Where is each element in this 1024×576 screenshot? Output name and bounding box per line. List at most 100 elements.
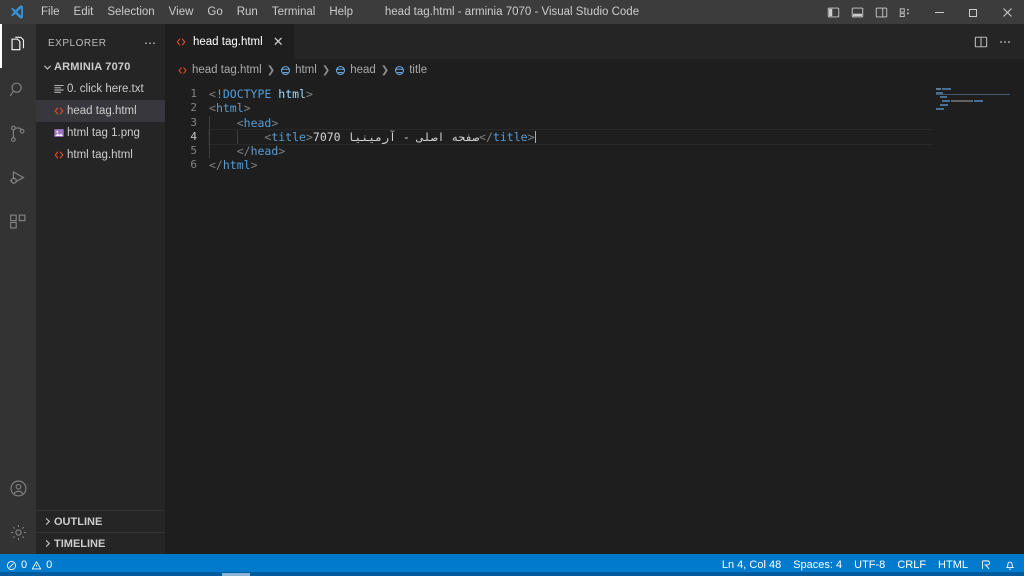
- layout-controls: [822, 0, 922, 24]
- tab-close-icon[interactable]: ✕: [273, 35, 284, 48]
- file-item-html-tag-html[interactable]: html tag.html: [36, 144, 165, 166]
- menu-edit[interactable]: Edit: [67, 0, 101, 24]
- layout-sidebar-right-icon[interactable]: [870, 0, 892, 24]
- breadcrumb-item-file[interactable]: head tag.html: [177, 64, 262, 76]
- run-debug-icon: [7, 167, 29, 189]
- tab-label: head tag.html: [193, 35, 263, 48]
- panel-outline[interactable]: OUTLINE: [36, 510, 165, 532]
- editor-scrollbar[interactable]: [1010, 81, 1024, 554]
- panel-timeline[interactable]: TIMELINE: [36, 532, 165, 554]
- window-maximize-button[interactable]: [956, 0, 990, 24]
- gear-icon: [8, 522, 29, 543]
- panel-outline-label: OUTLINE: [54, 515, 103, 528]
- warning-triangle-icon: [31, 560, 42, 571]
- line-number: 6: [190, 158, 197, 172]
- workbench: EXPLORER ⋯ ARMINIA 7070 0. click here.tx…: [0, 24, 1024, 554]
- menu-file[interactable]: File: [34, 0, 67, 24]
- code-token: title: [492, 129, 528, 144]
- html-file-icon: [50, 105, 67, 117]
- editor-actions: [970, 24, 1024, 59]
- sidebar-title-label: EXPLORER: [48, 37, 107, 49]
- code-line[interactable]: </html>: [209, 158, 1024, 172]
- menu-run[interactable]: Run: [230, 0, 265, 24]
- code-token: <: [209, 101, 216, 116]
- breadcrumb-label: title: [409, 64, 428, 76]
- activity-item-search[interactable]: [0, 68, 36, 112]
- window-minimize-button[interactable]: [922, 0, 956, 24]
- layout-panel-icon[interactable]: [846, 0, 868, 24]
- file-item-click-here-txt[interactable]: 0. click here.txt: [36, 78, 165, 100]
- code-line[interactable]: <title>صفحه اصلی - آرمینیا 7070</title>: [208, 128, 1024, 146]
- more-actions-ellipsis-icon[interactable]: [994, 31, 1016, 53]
- code-content[interactable]: <!DOCTYPE html> <html> <head> <title>صفحه…: [208, 81, 1024, 554]
- symbol-field-icon: [394, 65, 405, 76]
- activity-item-accounts[interactable]: [0, 466, 36, 510]
- breadcrumb-item-title[interactable]: title: [394, 64, 427, 76]
- menu-selection[interactable]: Selection: [100, 0, 161, 24]
- minimap-line: [934, 107, 1010, 111]
- code-token: head: [243, 115, 272, 130]
- minimap-rule: [936, 94, 1010, 95]
- code-token: html: [215, 101, 244, 116]
- bell-icon: [1004, 559, 1016, 571]
- files-icon: [7, 35, 29, 57]
- html-file-icon: [50, 149, 67, 161]
- html-file-icon: [175, 36, 187, 48]
- activity-item-run-and-debug[interactable]: [0, 156, 36, 200]
- feedback-icon: [980, 559, 992, 571]
- activity-item-explorer[interactable]: [0, 24, 36, 68]
- code-token: صفحه اصلی - آرمینیا 7070: [312, 129, 480, 144]
- folder-root-label: ARMINIA 7070: [54, 61, 131, 73]
- activity-item-extensions[interactable]: [0, 200, 36, 244]
- menu-view[interactable]: View: [162, 0, 201, 24]
- window-close-button[interactable]: [990, 0, 1024, 24]
- text-file-icon: [50, 83, 67, 95]
- code-token: >: [305, 87, 313, 101]
- code-token: >: [243, 101, 251, 116]
- code-editor[interactable]: 1 2 3 4 5 6 <!DOCTYPE html> <html> <head>…: [165, 81, 1024, 554]
- activity-item-settings[interactable]: [0, 510, 36, 554]
- breadcrumb-item-head[interactable]: head: [335, 64, 376, 76]
- code-token: <: [236, 115, 244, 130]
- code-token: title: [271, 129, 306, 144]
- title-bar: File Edit Selection View Go Run Terminal…: [0, 0, 1024, 24]
- activity-bar: [0, 24, 36, 554]
- image-file-icon: [50, 127, 67, 139]
- error-count: 0: [21, 559, 28, 571]
- folder-root-arminia-7070[interactable]: ARMINIA 7070: [36, 56, 165, 78]
- layout-sidebar-left-icon[interactable]: [822, 0, 844, 24]
- minimap[interactable]: [934, 81, 1010, 554]
- layout-customize-icon[interactable]: [894, 0, 916, 24]
- text-cursor: [534, 130, 536, 143]
- code-line[interactable]: <html>: [209, 101, 1024, 115]
- menu-terminal[interactable]: Terminal: [265, 0, 322, 24]
- panel-timeline-label: TIMELINE: [54, 537, 106, 550]
- file-item-head-tag-html[interactable]: head tag.html: [36, 100, 165, 122]
- indent-guide: [236, 129, 238, 145]
- file-item-html-tag-1-png[interactable]: html tag 1.png: [36, 122, 165, 144]
- ellipsis-icon[interactable]: ⋯: [144, 37, 157, 49]
- breadcrumb[interactable]: head tag.html ❯ html ❯ head ❯ title: [165, 59, 1024, 81]
- line-number: 4: [190, 129, 197, 143]
- split-editor-icon[interactable]: [970, 31, 992, 53]
- file-item-label: head tag.html: [67, 105, 137, 117]
- code-token: <: [209, 87, 216, 101]
- code-token: </: [209, 158, 223, 173]
- tab-head-tag-html[interactable]: head tag.html ✕: [165, 24, 295, 59]
- code-line[interactable]: <head>: [209, 115, 1024, 130]
- file-tree[interactable]: ARMINIA 7070 0. click here.txt head tag.…: [36, 54, 165, 510]
- search-icon: [7, 79, 29, 101]
- chevron-down-icon: [40, 63, 54, 72]
- code-token: >: [305, 129, 313, 144]
- vscode-window: File Edit Selection View Go Run Terminal…: [0, 0, 1024, 576]
- code-line[interactable]: </head>: [209, 144, 1024, 159]
- activity-item-source-control[interactable]: [0, 112, 36, 156]
- code-line[interactable]: <!DOCTYPE html>: [209, 87, 1024, 101]
- menu-go[interactable]: Go: [200, 0, 229, 24]
- breadcrumb-item-html[interactable]: html: [280, 64, 317, 76]
- menu-bar[interactable]: File Edit Selection View Go Run Terminal…: [34, 0, 360, 24]
- line-number: 3: [190, 115, 197, 129]
- warning-count: 0: [46, 559, 53, 571]
- menu-help[interactable]: Help: [322, 0, 360, 24]
- breadcrumb-label: html: [295, 64, 317, 76]
